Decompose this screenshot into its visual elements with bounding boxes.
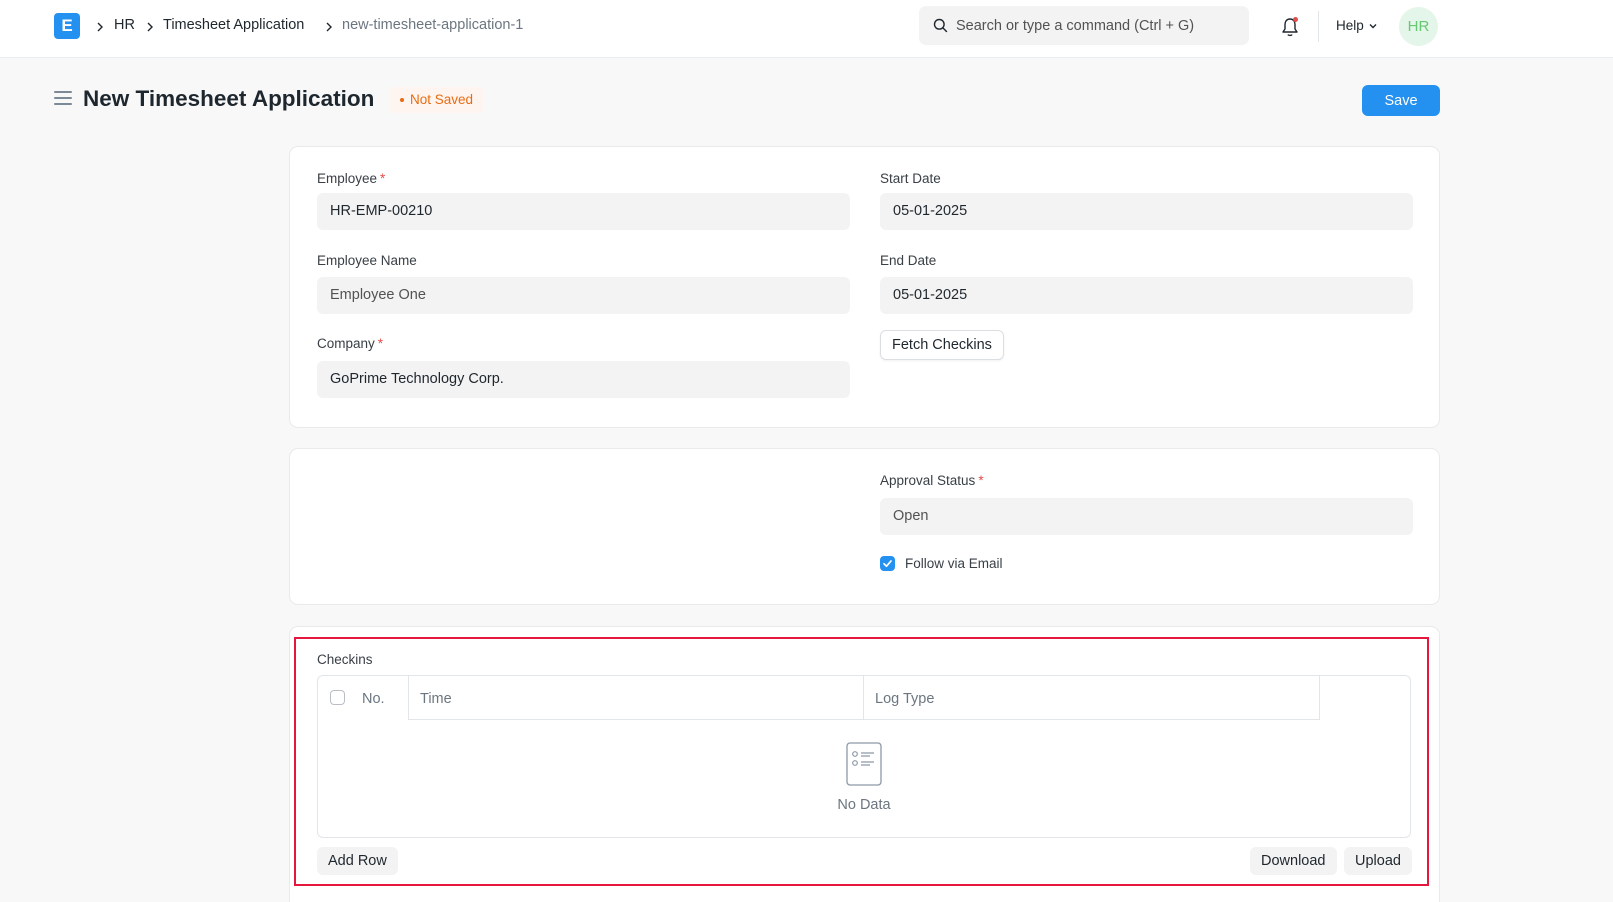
checkins-table: No. Time Log Type No Data bbox=[317, 675, 1411, 838]
start-date-label: Start Date bbox=[880, 171, 941, 186]
table-header: No. Time Log Type bbox=[318, 676, 1410, 720]
add-row-button[interactable]: Add Row bbox=[317, 847, 398, 875]
company-field[interactable]: GoPrime Technology Corp. bbox=[317, 361, 850, 398]
approval-status-select[interactable]: Open bbox=[880, 498, 1413, 535]
navbar-divider bbox=[1318, 11, 1319, 42]
chevron-right-icon bbox=[326, 22, 332, 32]
bell-icon[interactable] bbox=[1280, 16, 1300, 38]
chevron-down-icon bbox=[1369, 24, 1377, 29]
no-data-text: No Data bbox=[837, 797, 891, 813]
app-logo[interactable]: E bbox=[54, 13, 80, 39]
end-date-label: End Date bbox=[880, 253, 937, 268]
chevron-right-icon bbox=[147, 22, 153, 32]
chevron-right-icon bbox=[97, 22, 103, 32]
column-time: Time bbox=[408, 676, 864, 720]
download-button[interactable]: Download bbox=[1250, 847, 1337, 875]
navbar: E HR Timesheet Application new-timesheet… bbox=[0, 0, 1613, 58]
follow-via-email-checkbox[interactable] bbox=[880, 556, 895, 571]
breadcrumb-hr[interactable]: HR bbox=[114, 17, 135, 33]
breadcrumb-timesheet-application[interactable]: Timesheet Application bbox=[163, 17, 304, 33]
breadcrumb-current-doc: new-timesheet-application-1 bbox=[342, 17, 524, 33]
page-title: New Timesheet Application bbox=[83, 86, 375, 111]
empty-list-icon bbox=[846, 742, 882, 786]
start-date-field[interactable]: 05-01-2025 bbox=[880, 193, 1413, 230]
column-log-type: Log Type bbox=[864, 676, 1320, 720]
search-icon bbox=[933, 18, 948, 33]
employee-field[interactable]: HR-EMP-00210 bbox=[317, 193, 850, 230]
company-label: Company * bbox=[317, 336, 384, 351]
column-header-log-type: Log Type bbox=[875, 691, 935, 707]
column-header-no: No. bbox=[362, 691, 385, 707]
check-icon bbox=[883, 560, 892, 568]
end-date-field[interactable]: 05-01-2025 bbox=[880, 277, 1413, 314]
search-bar[interactable] bbox=[919, 6, 1249, 45]
help-dropdown[interactable]: Help bbox=[1336, 18, 1378, 33]
avatar[interactable]: HR bbox=[1399, 7, 1438, 46]
search-input[interactable] bbox=[956, 6, 1241, 45]
employee-name-label: Employee Name bbox=[317, 253, 417, 268]
status-label: Not Saved bbox=[410, 92, 474, 107]
select-all-checkbox[interactable] bbox=[330, 690, 345, 705]
checkins-label: Checkins bbox=[317, 652, 373, 667]
approval-status-label: Approval Status * bbox=[880, 473, 984, 488]
status-badge: Not Saved bbox=[390, 87, 484, 113]
employee-name-field: Employee One bbox=[317, 277, 850, 314]
follow-via-email-label: Follow via Email bbox=[905, 556, 1003, 571]
sidebar-toggle-icon[interactable] bbox=[54, 91, 72, 107]
fetch-checkins-button[interactable]: Fetch Checkins bbox=[880, 330, 1004, 360]
upload-button[interactable]: Upload bbox=[1344, 847, 1412, 875]
column-header-time: Time bbox=[420, 691, 452, 707]
save-button[interactable]: Save bbox=[1362, 85, 1440, 116]
employee-label: Employee * bbox=[317, 171, 386, 186]
help-label: Help bbox=[1336, 18, 1364, 33]
